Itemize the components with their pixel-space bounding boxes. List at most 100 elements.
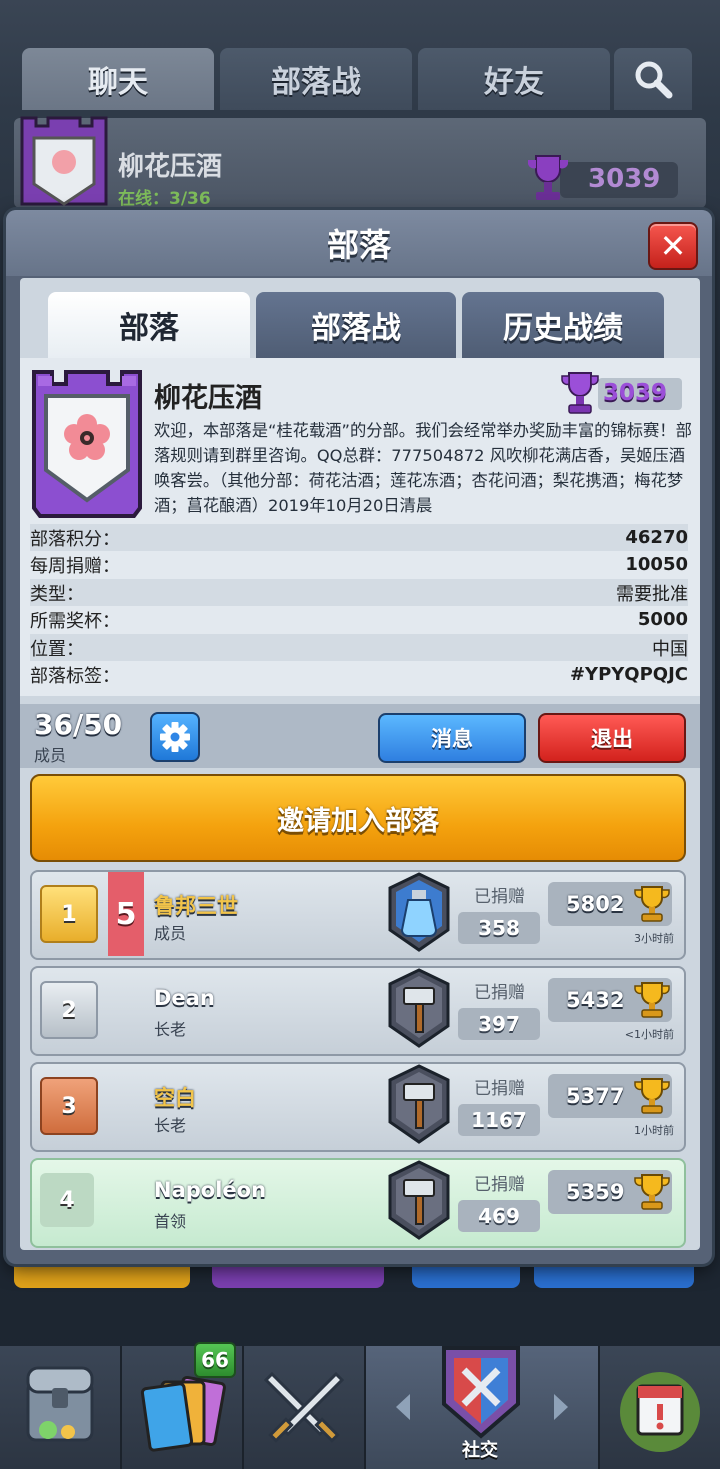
hammer-card-icon <box>388 968 450 1048</box>
stat-label: 类型： <box>30 583 84 605</box>
donated-count: 358 <box>458 912 540 944</box>
clan-description: 欢迎，本部落是“桂花载酒”的分部。我们会经常举办奖励丰富的锦标赛！部落规则请到群… <box>154 421 692 515</box>
events-calendar-icon <box>620 1372 700 1452</box>
tab-friends[interactable]: 好友 <box>418 48 610 110</box>
bg-bar-blue-2 <box>534 1262 694 1288</box>
settings-button[interactable] <box>150 712 200 762</box>
stat-label: 位置： <box>30 638 84 660</box>
tab-chat[interactable]: 聊天 <box>22 48 214 110</box>
gold-trophy-icon <box>634 1078 670 1114</box>
gear-icon <box>160 722 190 752</box>
tab-war-history[interactable]: 历史战绩 <box>462 292 664 358</box>
online-label: 在线： <box>118 189 169 209</box>
donated-count: 397 <box>458 1008 540 1040</box>
gold-trophy-icon <box>634 982 670 1018</box>
member-role: 长老 <box>154 1116 187 1135</box>
bg-online-status: 在线：3/36 <box>118 184 211 209</box>
nav-battle[interactable] <box>244 1346 366 1469</box>
bg-clan-name: 柳花压酒 <box>118 152 223 182</box>
clan-trophies: 3039 <box>603 380 668 406</box>
member-row[interactable]: 4 Napoléon 首领 已捐赠 469 5359 <box>30 1158 686 1248</box>
bg-trophy-icon <box>528 155 568 200</box>
stat-row: 类型： 需要批准 <box>30 579 688 606</box>
stat-value: 5000 <box>637 609 688 630</box>
last-seen: 1小时前 <box>634 1124 674 1137</box>
gold-trophy-icon <box>634 886 670 922</box>
hammer-card-icon <box>388 1160 450 1240</box>
donated-label: 已捐赠 <box>474 983 525 1003</box>
tab-clan-war[interactable]: 部落战 <box>220 48 412 110</box>
member-row[interactable]: 1 5 鲁邦三世成员 已捐赠 358 5802 3小时前 <box>30 870 686 960</box>
member-trophies: 5802 <box>566 892 625 916</box>
tab-clan-war-modal[interactable]: 部落战 <box>256 292 456 358</box>
stat-label: 部落积分： <box>30 528 120 550</box>
stat-row: 每周捐赠： 10050 <box>30 551 688 578</box>
clan-name: 柳花压酒 <box>154 383 262 414</box>
member-trophies: 5432 <box>566 988 625 1012</box>
search-icon <box>635 61 673 99</box>
donated-label: 已捐赠 <box>474 887 525 907</box>
member-rank: 4 <box>40 1173 94 1227</box>
member-role: 长老 <box>154 1020 187 1039</box>
stat-row: 位置： 中国 <box>30 634 688 661</box>
clan-tag: #YPYQPQJC <box>569 664 688 685</box>
bg-bar-orange <box>14 1262 190 1288</box>
clan-badge-icon <box>32 370 142 518</box>
stat-value: 46270 <box>625 527 688 548</box>
leave-button[interactable]: 退出 <box>538 713 686 763</box>
invite-button[interactable]: 邀请加入部落 <box>30 774 686 862</box>
close-button[interactable]: ✕ <box>648 222 698 270</box>
member-row[interactable]: 2 Dean 长老 已捐赠 397 5432 <1小时前 <box>30 966 686 1056</box>
stat-label: 每周捐赠： <box>30 555 120 577</box>
bg-trophy-count: 3039 <box>588 164 661 194</box>
online-value: 3/36 <box>169 189 211 209</box>
modal-title: 部落 <box>326 226 391 264</box>
trophy-icon <box>561 372 599 414</box>
member-trophies: 5377 <box>566 1084 625 1108</box>
donated-count: 469 <box>458 1200 540 1232</box>
member-role: 成员 <box>154 924 187 943</box>
member-row[interactable]: 3 空白长老 已捐赠 1167 5377 1小时前 <box>30 1062 686 1152</box>
stat-value: 需要批准 <box>616 583 688 605</box>
bg-bar-purple <box>212 1262 384 1288</box>
tab-clan[interactable]: 部落 <box>48 292 250 358</box>
last-seen: <1小时前 <box>624 1028 674 1041</box>
member-rank: 2 <box>40 981 98 1039</box>
nav-events[interactable] <box>600 1346 720 1469</box>
member-rank: 1 <box>40 885 98 943</box>
nav-social-label: 社交 <box>462 1440 498 1461</box>
close-icon: ✕ <box>659 227 687 265</box>
chevron-right-icon[interactable] <box>550 1392 572 1422</box>
stat-row: 所需奖杯： 5000 <box>30 606 688 633</box>
bg-clan-badge-icon <box>20 116 108 206</box>
chevron-left-icon[interactable] <box>392 1392 414 1422</box>
donated-label: 已捐赠 <box>474 1175 525 1195</box>
donated-count: 1167 <box>458 1104 540 1136</box>
cards-icon <box>140 1375 226 1452</box>
last-seen: 3小时前 <box>634 932 674 945</box>
member-name: 空白 <box>154 1086 196 1110</box>
nav-shop[interactable] <box>0 1346 122 1469</box>
member-count-label: 成员 <box>34 746 67 765</box>
member-name: Dean <box>154 986 215 1010</box>
card-count-badge: 66 <box>194 1342 236 1378</box>
stat-label: 所需奖杯： <box>30 610 120 632</box>
gold-trophy-icon <box>634 1174 670 1210</box>
message-button[interactable]: 消息 <box>378 713 526 763</box>
crossed-swords-icon <box>263 1371 345 1443</box>
member-level: 5 <box>108 872 144 956</box>
stat-value: 中国 <box>652 638 688 660</box>
search-button[interactable] <box>614 48 692 110</box>
social-shield-icon <box>442 1346 520 1439</box>
stat-value: 10050 <box>625 554 688 575</box>
member-name: Napoléon <box>154 1178 267 1202</box>
member-count: 36/50 <box>34 708 123 741</box>
member-role: 首领 <box>154 1212 187 1231</box>
stat-label: 部落标签： <box>30 665 120 687</box>
stat-row: 部落标签： #YPYQPQJC <box>30 661 688 688</box>
member-name: 鲁邦三世 <box>154 894 238 918</box>
member-trophies: 5359 <box>566 1180 625 1204</box>
bg-bar-blue-1 <box>412 1262 520 1288</box>
member-rank: 3 <box>40 1077 98 1135</box>
donated-label: 已捐赠 <box>474 1079 525 1099</box>
